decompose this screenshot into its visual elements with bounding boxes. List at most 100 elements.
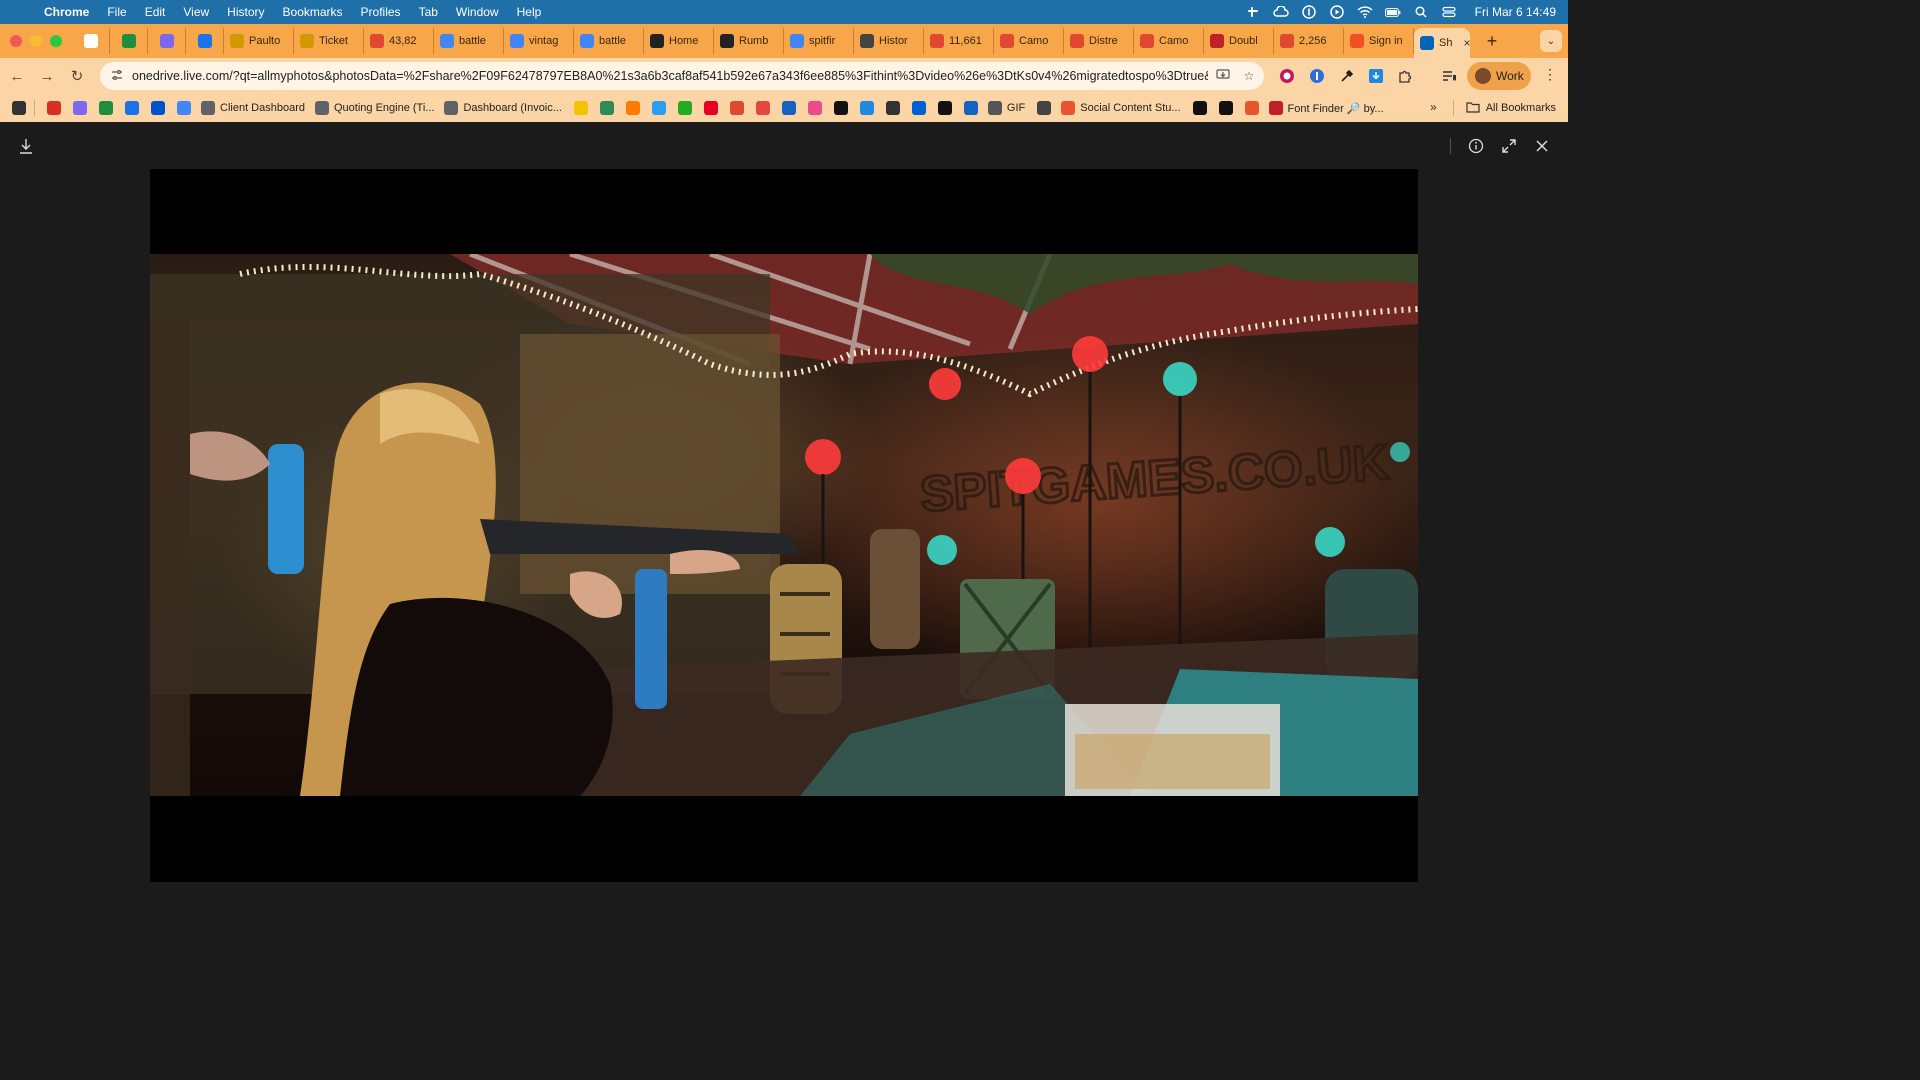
tab-18[interactable]: Doubl [1204, 28, 1274, 54]
profile-button[interactable]: Work [1467, 62, 1531, 90]
bookmark-17[interactable] [755, 101, 770, 115]
tab-11[interactable]: Rumb [714, 28, 784, 54]
all-bookmarks-button[interactable]: All Bookmarks [1452, 100, 1556, 116]
tab-search-chevron-icon[interactable]: ⌄ [1540, 30, 1562, 52]
menu-tab[interactable]: Tab [419, 5, 438, 19]
menu-help[interactable]: Help [517, 5, 542, 19]
extension-color-icon[interactable] [1276, 65, 1298, 87]
bookmark-28[interactable]: Social Content Stu... [1061, 101, 1181, 115]
bookmark-star-icon[interactable]: ☆ [1238, 69, 1260, 83]
onepassword-icon[interactable] [1301, 5, 1317, 19]
wifi-icon[interactable] [1357, 5, 1373, 19]
menu-file[interactable]: File [107, 5, 126, 19]
bookmark-13[interactable] [651, 101, 666, 115]
address-bar[interactable]: onedrive.live.com/?qt=allmyphotos&photos… [100, 62, 1264, 90]
tab-20[interactable]: Sign in [1344, 28, 1414, 54]
tab-10[interactable]: Home [644, 28, 714, 54]
menu-history[interactable]: History [227, 5, 264, 19]
bookmark-7[interactable]: Client Dashboard [201, 101, 305, 115]
tab-9[interactable]: battle [574, 28, 644, 54]
bookmark-12[interactable] [625, 101, 640, 115]
bookmark-11[interactable] [599, 101, 614, 115]
bookmark-27[interactable] [1037, 101, 1052, 115]
extensions-puzzle-icon[interactable] [1394, 65, 1416, 87]
bookmark-23[interactable] [911, 101, 926, 115]
minimize-window-icon[interactable] [30, 35, 42, 47]
menu-view[interactable]: View [183, 5, 209, 19]
battery-icon[interactable] [1384, 5, 1401, 19]
bookmark-32[interactable]: Font Finder 🔎 by... [1268, 101, 1384, 115]
app-menu-chrome[interactable]: Chrome [44, 5, 89, 19]
bookmark-1[interactable] [47, 101, 61, 115]
new-tab-button[interactable]: + [1480, 31, 1504, 52]
tab-13[interactable]: Histor [854, 28, 924, 54]
tab-4[interactable]: Paulto [224, 28, 294, 54]
bookmark-15[interactable] [703, 101, 718, 115]
expand-icon[interactable] [1499, 136, 1519, 156]
tab-5[interactable]: Ticket [294, 28, 364, 54]
tab-17[interactable]: Camo [1134, 28, 1204, 54]
bookmark-20[interactable] [833, 101, 848, 115]
reload-icon[interactable]: ↻ [64, 63, 90, 89]
bookmark-0[interactable] [12, 101, 26, 115]
reading-list-icon[interactable] [1438, 65, 1460, 87]
menu-edit[interactable]: Edit [145, 5, 166, 19]
bookmark-6[interactable] [177, 101, 191, 115]
close-window-icon[interactable] [10, 35, 22, 47]
tab-0[interactable] [72, 28, 110, 54]
bookmark-14[interactable] [677, 101, 692, 115]
spotlight-search-icon[interactable] [1413, 5, 1429, 19]
url-text[interactable]: onedrive.live.com/?qt=allmyphotos&photos… [132, 69, 1208, 83]
tab-15[interactable]: Camo [994, 28, 1064, 54]
slack-status-icon[interactable] [1245, 5, 1261, 19]
creative-cloud-icon[interactable] [1272, 5, 1289, 19]
tab-16[interactable]: Distre [1064, 28, 1134, 54]
bookmarks-overflow-chevron-icon[interactable]: » [1430, 100, 1437, 114]
bookmark-2[interactable] [73, 101, 87, 115]
forward-arrow-icon[interactable]: → [34, 63, 60, 89]
menubar-clock[interactable]: Fri Mar 6 14:49 [1475, 5, 1556, 19]
back-arrow-icon[interactable]: ← [4, 63, 30, 89]
eyedropper-extension-icon[interactable] [1336, 65, 1358, 87]
bookmark-21[interactable] [859, 101, 874, 115]
menu-bookmarks[interactable]: Bookmarks [283, 5, 343, 19]
play-status-icon[interactable] [1329, 5, 1345, 19]
tab-19[interactable]: 2,256 [1274, 28, 1344, 54]
download-extension-icon[interactable] [1365, 65, 1387, 87]
bookmark-18[interactable] [781, 101, 796, 115]
bookmark-19[interactable] [807, 101, 822, 115]
menu-profiles[interactable]: Profiles [361, 5, 401, 19]
bookmark-30[interactable] [1218, 101, 1233, 115]
bookmark-31[interactable] [1244, 101, 1259, 115]
bookmark-10[interactable] [573, 101, 588, 115]
bookmark-29[interactable] [1192, 101, 1207, 115]
fullscreen-window-icon[interactable] [50, 35, 62, 47]
control-center-icon[interactable] [1441, 5, 1457, 19]
tab-3[interactable] [186, 28, 224, 54]
bookmark-26[interactable]: GIF [987, 101, 1025, 115]
bookmark-22[interactable] [885, 101, 900, 115]
bookmark-5[interactable] [151, 101, 165, 115]
install-app-icon[interactable] [1212, 68, 1234, 84]
download-icon[interactable] [16, 136, 36, 156]
bookmark-8[interactable]: Quoting Engine (Ti... [315, 101, 434, 115]
bookmark-24[interactable] [937, 101, 952, 115]
tab-12[interactable]: spitfir [784, 28, 854, 54]
menu-window[interactable]: Window [456, 5, 499, 19]
site-info-icon[interactable] [106, 69, 128, 84]
close-viewer-icon[interactable] [1532, 136, 1552, 156]
tab-7[interactable]: battle [434, 28, 504, 54]
video-frame[interactable]: SPITGAMES.CO.UK [150, 169, 1418, 882]
tab-8[interactable]: vintag [504, 28, 574, 54]
bookmark-9[interactable]: Dashboard (Invoic... [444, 101, 562, 115]
onepassword-extension-icon[interactable] [1306, 65, 1328, 87]
chrome-menu-icon[interactable]: ⋮ [1540, 66, 1560, 86]
info-icon[interactable] [1466, 136, 1486, 156]
bookmark-25[interactable] [963, 101, 978, 115]
tab-6[interactable]: 43,82 [364, 28, 434, 54]
tab-14[interactable]: 11,661 [924, 28, 994, 54]
bookmark-3[interactable] [99, 101, 113, 115]
tab-1[interactable] [110, 28, 148, 54]
tab-21[interactable]: Sh × [1414, 28, 1470, 58]
tab-2[interactable] [148, 28, 186, 54]
